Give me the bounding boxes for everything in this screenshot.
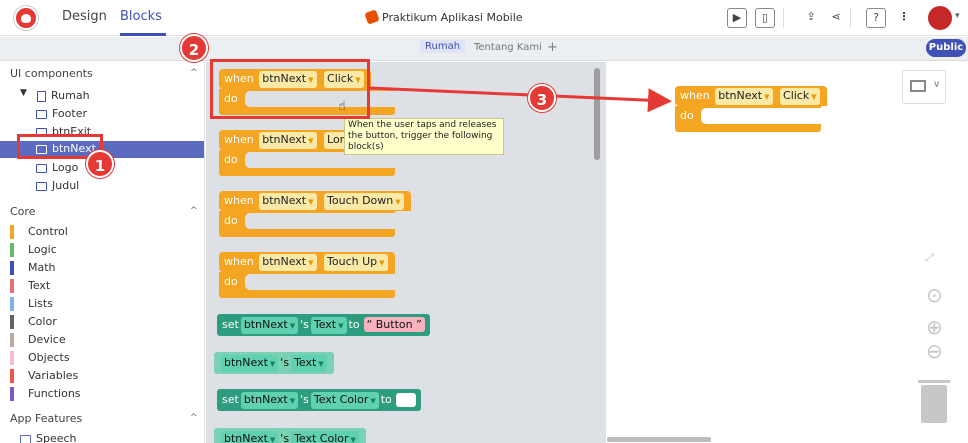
annotation-badge-2: 2 [180,34,208,62]
annotation-badge-3: 3 [528,84,556,112]
annotation-arrow [369,86,672,113]
annotation-badge-1: 1 [86,150,114,178]
